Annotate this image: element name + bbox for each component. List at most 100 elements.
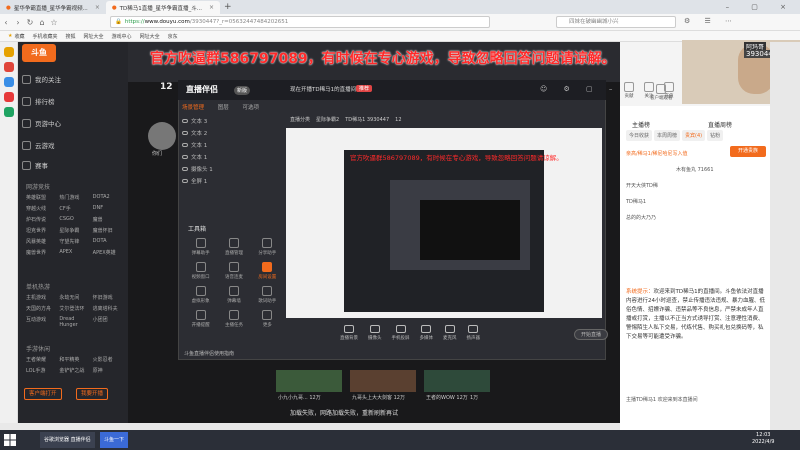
- eye-icon[interactable]: [182, 179, 188, 183]
- stream-control-button[interactable]: 手机投屏: [392, 325, 410, 341]
- tool-button[interactable]: 语音连麦: [217, 262, 250, 280]
- rail-weibo-icon[interactable]: [4, 62, 14, 72]
- windows-start-icon[interactable]: [4, 434, 16, 446]
- game-category-link[interactable]: 互动游戏: [26, 316, 59, 328]
- bookmark-item[interactable]: 游戏中心: [112, 33, 132, 40]
- tool-button[interactable]: 分享助手: [251, 238, 284, 256]
- game-category-link[interactable]: 星际争霸: [59, 227, 92, 234]
- tool-button[interactable]: 视频窗口: [184, 262, 217, 280]
- page-scrollbar[interactable]: [770, 42, 800, 430]
- tool-button[interactable]: 弹幕助手: [184, 238, 217, 256]
- tab-options[interactable]: 可选项: [243, 105, 260, 111]
- game-category-link[interactable]: 穿越火线: [26, 205, 59, 212]
- rail-game-icon[interactable]: [4, 77, 14, 87]
- game-category-link[interactable]: DOTA2: [93, 194, 126, 201]
- recommend-thumb[interactable]: [424, 370, 490, 392]
- client-open-button[interactable]: 客户端打开: [24, 388, 62, 400]
- recommend-thumb[interactable]: [276, 370, 342, 392]
- start-broadcast-button[interactable]: 我要开播: [76, 388, 109, 400]
- tab-close-icon[interactable]: ×: [95, 4, 100, 11]
- scene-item[interactable]: 文本 1: [182, 151, 274, 163]
- scene-item[interactable]: 摄像头 1: [182, 163, 274, 175]
- rail-chat-icon[interactable]: [4, 107, 14, 117]
- tool-button[interactable]: 开播提醒: [184, 310, 217, 328]
- game-category-link[interactable]: 永劫无间: [59, 294, 92, 301]
- game-category-link[interactable]: 炉石传说: [26, 216, 59, 223]
- game-category-link[interactable]: 火影忍者: [93, 356, 126, 363]
- weekly-rank-label[interactable]: 直播周榜: [708, 120, 732, 129]
- game-category-link[interactable]: 金铲铲之战: [59, 367, 92, 374]
- game-category-link[interactable]: 逃离塔科夫: [93, 305, 126, 312]
- tool-button[interactable]: 主播任务: [217, 310, 250, 328]
- stream-control-button[interactable]: 麦克风: [443, 325, 457, 341]
- tab-diamond[interactable]: 钻粉: [707, 130, 724, 141]
- tool-button[interactable]: 直播管理: [217, 238, 250, 256]
- game-category-link[interactable]: 魔兽世界: [26, 249, 59, 256]
- new-tab-icon[interactable]: +: [224, 2, 232, 12]
- forward-icon[interactable]: ›: [12, 18, 24, 27]
- game-category-link[interactable]: Dread Hunger: [59, 316, 92, 328]
- recommend-thumb[interactable]: [350, 370, 416, 392]
- scene-item[interactable]: 文本 1: [182, 139, 274, 151]
- game-category-link[interactable]: 热门游戏: [59, 194, 92, 201]
- taskbar-item[interactable]: 斗鱼一下: [100, 432, 129, 448]
- stream-control-button[interactable]: 扬声器: [467, 325, 480, 341]
- taskbar-item[interactable]: 谷歌浏览器 直播伴侣: [40, 432, 95, 448]
- scene-item[interactable]: 文本 2: [182, 127, 274, 139]
- game-category-link[interactable]: 小团团: [93, 316, 126, 328]
- tool-button[interactable]: 歌词助手: [251, 286, 284, 304]
- game-category-link[interactable]: 坦克世界: [26, 227, 59, 234]
- game-category-link[interactable]: DOTA: [93, 238, 126, 245]
- stream-control-button[interactable]: 直播背景: [340, 325, 358, 341]
- eye-icon[interactable]: [182, 119, 188, 123]
- open-noble-button[interactable]: 开通贵族: [730, 146, 766, 157]
- tool-button[interactable]: 弹幕墙: [217, 286, 250, 304]
- game-category-link[interactable]: 英雄联盟: [26, 194, 59, 201]
- game-category-link[interactable]: 风暴英雄: [26, 238, 59, 245]
- scene-item[interactable]: 文本 3: [182, 115, 274, 127]
- home-icon[interactable]: ⌂: [36, 18, 48, 27]
- bookmark-item[interactable]: 搜狐: [66, 33, 76, 40]
- reload-icon[interactable]: ↻: [24, 18, 36, 27]
- stream-control-button[interactable]: 多媒体: [420, 325, 433, 341]
- bookmark-item[interactable]: ★ 收藏: [8, 33, 25, 40]
- game-category-link[interactable]: CF手: [59, 205, 92, 212]
- bookmark-item[interactable]: 网址大全: [140, 33, 160, 40]
- sidebar-item-rank[interactable]: 排行榜: [22, 96, 55, 106]
- stream-control-button[interactable]: 摄像头: [368, 325, 382, 341]
- tab-today[interactable]: 今日收获: [626, 130, 653, 141]
- sidebar-item-webgame[interactable]: 页游中心: [22, 118, 61, 128]
- eye-icon[interactable]: [182, 143, 188, 147]
- game-category-link[interactable]: 原神: [93, 367, 126, 374]
- taskbar-clock[interactable]: 12:03 2022/4/9: [752, 432, 774, 446]
- tab-scene[interactable]: 场景管理: [182, 105, 204, 111]
- bookmark-item[interactable]: 京东: [168, 33, 178, 40]
- client-watch-button[interactable]: 客户端观看: [650, 84, 673, 101]
- site-logo[interactable]: 斗鱼: [22, 44, 56, 62]
- anchor-rank-label[interactable]: 主播榜: [632, 120, 650, 129]
- rail-shop-icon[interactable]: [4, 92, 14, 102]
- game-category-link[interactable]: 王者荣耀: [26, 356, 59, 363]
- sidebar-item-events[interactable]: 赛事: [22, 160, 48, 170]
- sidebar-item-cloudgame[interactable]: 云游戏: [22, 140, 55, 150]
- bookmark-star-icon[interactable]: ☆: [48, 18, 60, 27]
- room-action-button[interactable]: 贡献: [624, 82, 634, 99]
- app-guide-link[interactable]: 斗鱼直播伴侣使用指南: [184, 350, 234, 357]
- game-category-link[interactable]: 魔兽: [93, 216, 126, 223]
- scene-item[interactable]: 全屏 1: [182, 175, 274, 187]
- tab-close-icon[interactable]: ×: [209, 4, 214, 11]
- game-category-link[interactable]: APEX: [59, 249, 92, 256]
- tab-layer[interactable]: 图层: [218, 105, 229, 111]
- toolbar-icons[interactable]: ⚙ ☰ ⋯: [684, 17, 738, 25]
- game-category-link[interactable]: 守望先锋: [59, 238, 92, 245]
- anchor-avatar[interactable]: [148, 122, 176, 150]
- browser-tab-active[interactable]: ● TD稀马1直播_星华争霸直播_斗... ×: [105, 1, 221, 14]
- tool-button[interactable]: 房间设置: [251, 262, 284, 280]
- back-icon[interactable]: ‹: [0, 18, 12, 27]
- game-category-link[interactable]: 魔兽怀旧: [93, 227, 126, 234]
- tool-button[interactable]: 更多: [251, 310, 284, 328]
- game-category-link[interactable]: 主机游戏: [26, 294, 59, 301]
- sidebar-item-follow[interactable]: 我的关注: [22, 74, 61, 84]
- start-stream-button[interactable]: 开始直播: [574, 329, 608, 340]
- game-category-link[interactable]: LOL手游: [26, 367, 59, 374]
